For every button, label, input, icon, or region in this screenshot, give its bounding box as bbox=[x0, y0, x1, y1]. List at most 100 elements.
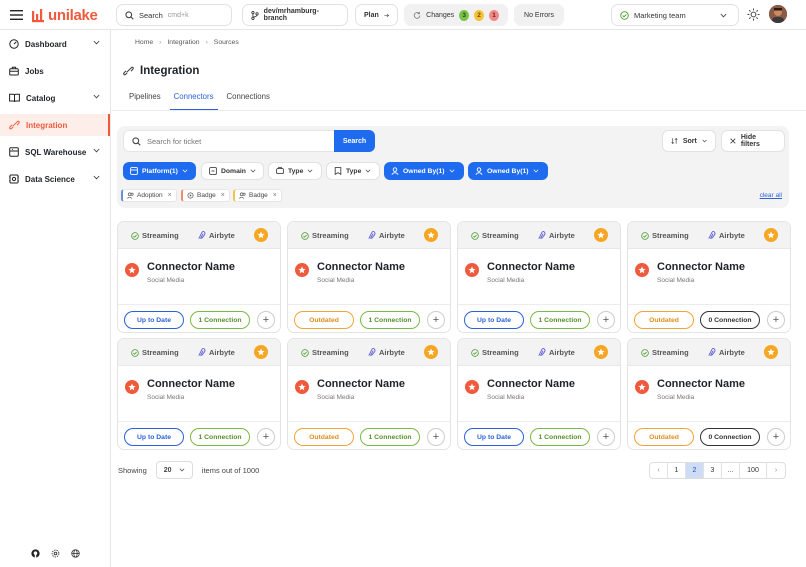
add-connection-button[interactable]: + bbox=[427, 311, 445, 329]
connection-count-badge[interactable]: 0 Connection bbox=[700, 428, 760, 446]
status-badge[interactable]: Up to Date bbox=[124, 428, 184, 446]
sidebar-item-sql-warehouse[interactable]: SQL Warehouse bbox=[0, 141, 110, 163]
page-size-select[interactable]: 20 bbox=[155, 461, 193, 479]
connector-card[interactable]: Streaming Airbyte Connector Name Social Med… bbox=[457, 338, 621, 450]
breadcrumb-integration[interactable]: Integration bbox=[167, 39, 199, 46]
connection-count-badge[interactable]: 1 Connection bbox=[530, 311, 590, 329]
page-button-3[interactable]: 3 bbox=[704, 463, 722, 478]
data-science-icon bbox=[9, 174, 19, 184]
star-icon[interactable] bbox=[764, 228, 778, 242]
changes-indicator[interactable]: Changes 3 2 1 bbox=[404, 4, 508, 26]
add-connection-button[interactable]: + bbox=[257, 311, 275, 329]
star-icon[interactable] bbox=[594, 345, 608, 359]
filter-chip-type-2[interactable]: Type bbox=[326, 162, 380, 180]
page-button-2[interactable]: 2 bbox=[686, 463, 704, 478]
connector-logo-icon bbox=[295, 380, 309, 394]
star-icon[interactable] bbox=[764, 345, 778, 359]
card-source-label: Airbyte bbox=[209, 231, 235, 240]
star-icon[interactable] bbox=[424, 228, 438, 242]
star-icon[interactable] bbox=[254, 228, 268, 242]
type-icon bbox=[334, 167, 342, 175]
connector-name[interactable]: Connector Name bbox=[657, 378, 745, 390]
team-selector[interactable]: Marketing team bbox=[611, 4, 739, 26]
add-connection-button[interactable]: + bbox=[767, 311, 785, 329]
filter-chip-owned-by[interactable]: Owned By(1) bbox=[384, 162, 464, 180]
add-connection-button[interactable]: + bbox=[767, 428, 785, 446]
connector-name[interactable]: Connector Name bbox=[487, 261, 575, 273]
prev-page-button[interactable]: ‹ bbox=[650, 463, 668, 478]
star-icon[interactable] bbox=[254, 345, 268, 359]
status-badge[interactable]: Up to Date bbox=[464, 311, 524, 329]
hide-filters-button[interactable]: Hide filters bbox=[721, 130, 785, 152]
errors-indicator[interactable]: No Errors bbox=[514, 4, 564, 26]
filter-chip-domain[interactable]: Domain bbox=[201, 162, 264, 180]
user-avatar[interactable] bbox=[769, 5, 787, 23]
connector-card[interactable]: Streaming Airbyte Connector Name Social Med… bbox=[287, 338, 451, 450]
global-search[interactable]: Search cmd+k bbox=[116, 4, 232, 26]
tab-pipelines[interactable]: Pipelines bbox=[125, 92, 165, 110]
connector-name[interactable]: Connector Name bbox=[317, 261, 405, 273]
next-page-button[interactable]: › bbox=[767, 463, 785, 478]
sidebar-item-catalog[interactable]: Catalog bbox=[0, 87, 110, 109]
branch-selector[interactable]: dev/mrhamburg-branch bbox=[242, 4, 348, 26]
connector-card[interactable]: Streaming Airbyte Connector Name Social Med… bbox=[627, 221, 791, 333]
star-icon[interactable] bbox=[594, 228, 608, 242]
status-badge[interactable]: Outdated bbox=[294, 428, 354, 446]
add-connection-button[interactable]: + bbox=[427, 428, 445, 446]
sidebar-item-dashboard[interactable]: Dashboard bbox=[0, 33, 110, 55]
filter-panel: Search Sort Hide filters Platform(1) Dom… bbox=[117, 126, 789, 208]
sidebar-item-jobs[interactable]: Jobs bbox=[0, 60, 110, 82]
page-button-1[interactable]: 1 bbox=[668, 463, 686, 478]
sidebar-item-data-science[interactable]: Data Science bbox=[0, 168, 110, 190]
remove-tag-icon[interactable]: × bbox=[221, 192, 225, 199]
badge-icon bbox=[187, 192, 194, 199]
connection-count-badge[interactable]: 1 Connection bbox=[190, 311, 250, 329]
connection-count-badge[interactable]: 1 Connection bbox=[530, 428, 590, 446]
connector-card[interactable]: Streaming Airbyte Connector Name Social Med… bbox=[287, 221, 451, 333]
tab-connectors[interactable]: Connectors bbox=[169, 92, 218, 110]
plan-button[interactable]: Plan bbox=[355, 4, 398, 26]
connector-name[interactable]: Connector Name bbox=[657, 261, 745, 273]
add-connection-button[interactable]: + bbox=[257, 428, 275, 446]
filter-chip-platform[interactable]: Platform(1) bbox=[123, 162, 196, 180]
connector-name[interactable]: Connector Name bbox=[147, 261, 235, 273]
sidebar-item-integration[interactable]: Integration bbox=[0, 114, 110, 136]
tabs-divider bbox=[111, 110, 806, 111]
breadcrumb-home[interactable]: Home bbox=[135, 39, 153, 46]
tab-connections[interactable]: Connections bbox=[223, 92, 274, 110]
connector-name[interactable]: Connector Name bbox=[487, 378, 575, 390]
filter-chip-type[interactable]: Type bbox=[268, 162, 322, 180]
github-icon[interactable] bbox=[31, 549, 40, 558]
settings-gear-icon[interactable] bbox=[51, 549, 60, 558]
hamburger-menu-icon[interactable] bbox=[10, 9, 23, 21]
connector-card[interactable]: Streaming Airbyte Connector Name Social Med… bbox=[627, 338, 791, 450]
page-button-100[interactable]: 100 bbox=[740, 463, 767, 478]
ticket-search-input[interactable] bbox=[147, 136, 317, 146]
filter-chip-owned-by-2[interactable]: Owned By(1) bbox=[468, 162, 548, 180]
connection-count-badge[interactable]: 1 Connection bbox=[360, 428, 420, 446]
connector-card[interactable]: Streaming Airbyte Connector Name Social Med… bbox=[117, 338, 281, 450]
remove-tag-icon[interactable]: × bbox=[273, 192, 277, 199]
star-icon[interactable] bbox=[424, 345, 438, 359]
add-connection-button[interactable]: + bbox=[597, 311, 615, 329]
connector-card[interactable]: Streaming Airbyte Connector Name Social Med… bbox=[457, 221, 621, 333]
status-badge[interactable]: Outdated bbox=[294, 311, 354, 329]
airbyte-icon bbox=[538, 231, 546, 239]
status-badge[interactable]: Outdated bbox=[634, 311, 694, 329]
search-button[interactable]: Search bbox=[334, 130, 375, 152]
remove-tag-icon[interactable]: × bbox=[168, 192, 172, 199]
add-connection-button[interactable]: + bbox=[597, 428, 615, 446]
globe-icon[interactable] bbox=[71, 549, 80, 558]
sort-button[interactable]: Sort bbox=[662, 130, 716, 152]
connection-count-badge[interactable]: 1 Connection bbox=[360, 311, 420, 329]
theme-toggle-sun-icon[interactable] bbox=[747, 8, 760, 21]
connector-name[interactable]: Connector Name bbox=[317, 378, 405, 390]
connection-count-badge[interactable]: 0 Connection bbox=[700, 311, 760, 329]
status-badge[interactable]: Up to Date bbox=[124, 311, 184, 329]
connector-card[interactable]: Streaming Airbyte Connector Name Social Med… bbox=[117, 221, 281, 333]
status-badge[interactable]: Outdated bbox=[634, 428, 694, 446]
connector-name[interactable]: Connector Name bbox=[147, 378, 235, 390]
status-badge[interactable]: Up to Date bbox=[464, 428, 524, 446]
clear-all-link[interactable]: clear all bbox=[760, 192, 782, 199]
connection-count-badge[interactable]: 1 Connection bbox=[190, 428, 250, 446]
